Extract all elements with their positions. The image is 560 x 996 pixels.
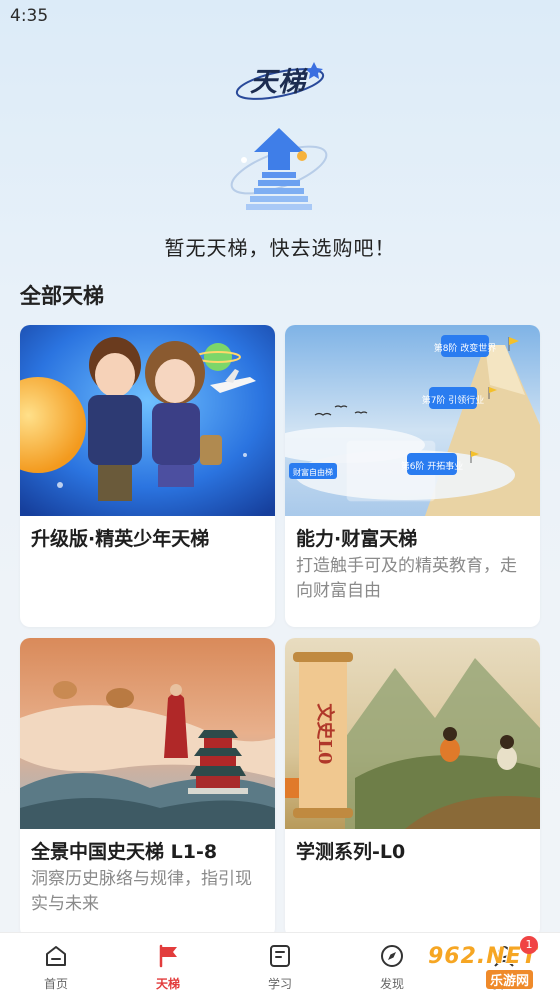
- card-description: 洞察历史脉络与规律，指引现实与未来: [31, 869, 252, 914]
- card-image-test-series: 文史L0: [285, 638, 540, 829]
- app-logo: 天梯: [232, 56, 332, 106]
- ladder-card-wealth[interactable]: 第8阶 改变世界 第7阶 引领行业 第6阶 开拓事业 财富自由梯 能力·财富天梯…: [285, 325, 540, 627]
- card-image-elite-youth: [20, 325, 275, 516]
- card-image-wealth: 第8阶 改变世界 第7阶 引领行业 第6阶 开拓事业 财富自由梯: [285, 325, 540, 516]
- scroll-label: 文史L0: [314, 703, 336, 764]
- status-time: 4:35: [10, 6, 49, 26]
- tab-label: 首页: [43, 977, 68, 991]
- card-title: 能力·财富天梯: [296, 528, 418, 550]
- card-title: 升级版·精英少年天梯: [31, 528, 210, 550]
- ladder-illustration: [230, 128, 328, 210]
- ladder-card-elite-youth[interactable]: 升级版·精英少年天梯: [20, 325, 275, 627]
- card-title: 全景中国史天梯 L1-8: [31, 841, 218, 863]
- flag-icon: [159, 944, 177, 968]
- step8-label: 第8阶 改变世界: [434, 342, 497, 354]
- empty-state-message: 暂无天梯，快去选购吧！: [164, 236, 396, 260]
- step7-label: 第7阶 引领行业: [422, 394, 485, 406]
- tab-study[interactable]: 学习: [224, 933, 336, 996]
- card-title: 学测系列-L0: [296, 841, 406, 863]
- study-icon: [270, 945, 290, 967]
- notification-badge: 1: [520, 936, 538, 954]
- ladder-card-test-series[interactable]: 文史L0 学测系列-L0: [285, 638, 540, 938]
- freedom-label: 财富自由梯: [293, 467, 333, 477]
- tab-label: 天梯: [155, 977, 180, 991]
- tab-home[interactable]: 首页: [0, 933, 112, 996]
- card-description: 打造触手可及的精英教育，走向财富自由: [296, 556, 517, 601]
- watermark-sub: 乐游网: [486, 970, 534, 989]
- tab-ladder[interactable]: 天梯: [112, 933, 224, 996]
- step6-label: 第6阶 开拓事业: [401, 460, 464, 472]
- status-bar: 4:35: [0, 0, 560, 36]
- logo-text: 天梯: [250, 67, 306, 98]
- compass-icon: [381, 945, 403, 967]
- ladder-card-china-history[interactable]: 全景中国史天梯 L1-8 洞察历史脉络与规律，指引现实与未来: [20, 638, 275, 938]
- card-description: [20, 552, 275, 554]
- card-image-china-history: [20, 638, 275, 829]
- section-title: 全部天梯: [20, 284, 104, 308]
- tab-label: 学习: [267, 977, 292, 991]
- site-watermark: 962.NET 乐游网: [428, 944, 556, 989]
- card-description: [285, 865, 540, 867]
- home-icon: [46, 946, 66, 966]
